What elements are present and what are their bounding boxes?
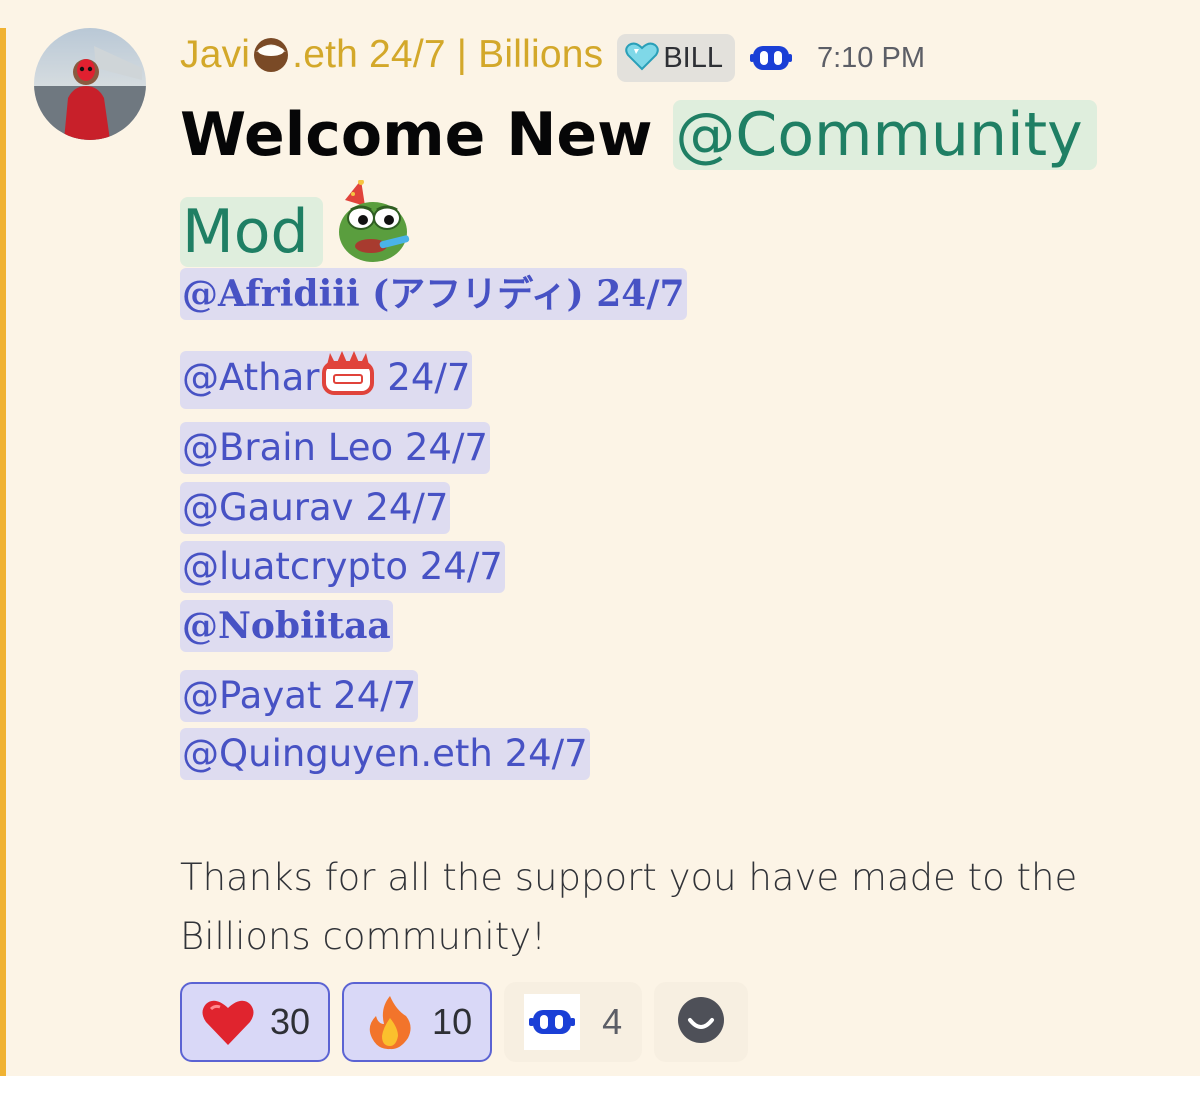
user-mention-athar[interactable]: @Athar 24/7: [180, 351, 473, 409]
user-mention-nobiitaa[interactable]: @Nobiitaa: [180, 600, 393, 652]
avatar[interactable]: [34, 28, 146, 140]
reaction-fire[interactable]: 10: [342, 982, 493, 1062]
reaction-billions-bot[interactable]: 4: [504, 982, 643, 1062]
chat-message: Javi .eth 24/7 | Billions BILL 7:10 PM We…: [0, 0, 1200, 1076]
athar-name: @Athar: [182, 356, 320, 399]
user-mention-afridiii[interactable]: @Afridiii (アフリディ) 24/7: [180, 268, 687, 320]
user-mention-luatcrypto[interactable]: @luatcrypto 24/7: [180, 541, 505, 593]
coconut-emoji: [251, 35, 291, 83]
billions-bot-icon[interactable]: [749, 36, 793, 80]
athar-suffix: 24/7: [375, 356, 471, 399]
user-mention-quinguyen[interactable]: @Quinguyen.eth 24/7: [180, 728, 590, 780]
author-name-suffix: .eth 24/7 | Billions: [292, 33, 604, 76]
billions-bot-reaction-icon: [524, 994, 581, 1050]
user-mention-brain-leo[interactable]: @Brain Leo 24/7: [180, 422, 490, 474]
highlight-accent-bar: [0, 28, 6, 1076]
author-name-prefix: Javi: [180, 33, 251, 76]
fire-box-emoji: [320, 351, 376, 409]
server-tag[interactable]: BILL: [617, 34, 735, 82]
message-timestamp: 7:10 PM: [816, 41, 925, 74]
author-name[interactable]: Javi .eth 24/7 | Billions: [180, 33, 603, 83]
server-tag-label: BILL: [663, 41, 723, 74]
reaction-fire-count: 10: [432, 1001, 473, 1042]
add-reaction-icon: [677, 996, 725, 1048]
welcome-heading: Welcome New @Community Mod: [180, 90, 1160, 293]
heart-gem-icon: [625, 41, 660, 75]
reaction-heart-count: 30: [270, 1001, 311, 1042]
reaction-billions-bot-count: 4: [602, 1001, 623, 1042]
message-body-text: Thanks for all the support you have made…: [180, 856, 1078, 958]
add-reaction-button[interactable]: [654, 982, 749, 1062]
reactions-bar: 30 10 4: [180, 982, 749, 1062]
reaction-heart[interactable]: 30: [180, 982, 331, 1062]
user-mention-payat[interactable]: @Payat 24/7: [180, 670, 419, 722]
heart-emoji: [200, 994, 256, 1050]
user-mention-gaurav[interactable]: @Gaurav 24/7: [180, 482, 451, 534]
fire-emoji: [362, 994, 418, 1050]
heading-text: Welcome New: [180, 100, 674, 170]
